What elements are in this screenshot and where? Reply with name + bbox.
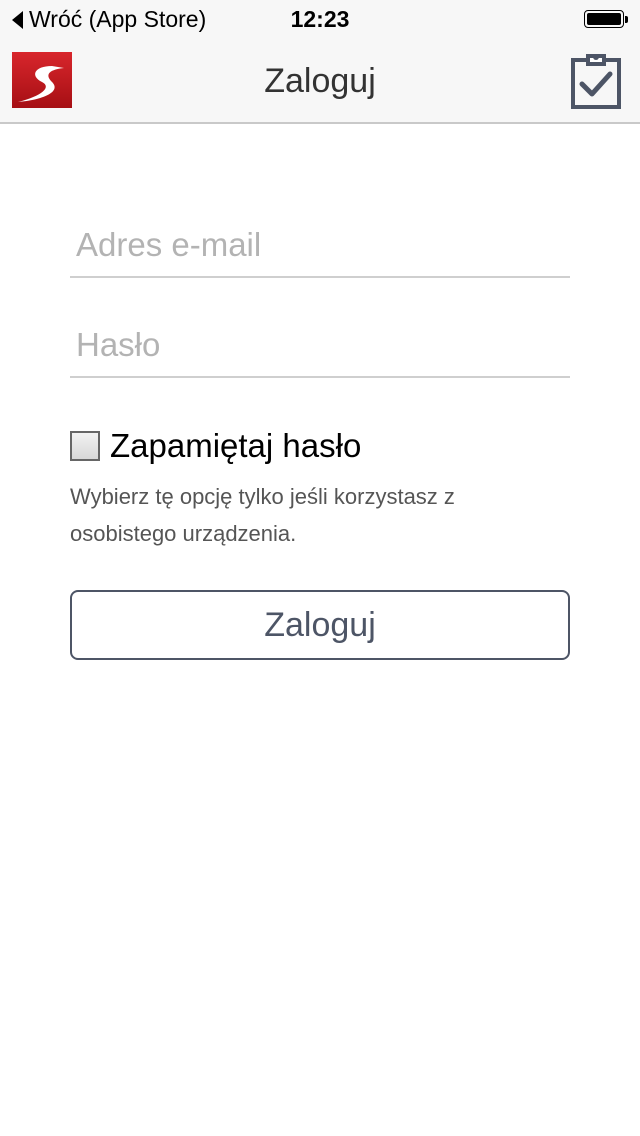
- remember-password-label: Zapamiętaj hasło: [110, 427, 362, 464]
- battery-icon: [584, 10, 628, 30]
- status-bar: Wróć (App Store) 12:23: [0, 0, 640, 40]
- remember-password-row[interactable]: Zapamiętaj hasło: [70, 427, 361, 465]
- password-field-container: [70, 318, 570, 378]
- clipboard-check-icon[interactable]: [570, 52, 622, 110]
- password-field[interactable]: [76, 318, 564, 372]
- remember-password-checkbox[interactable]: [70, 431, 100, 461]
- page-title: Zaloguj: [264, 62, 376, 100]
- login-button[interactable]: Zaloguj: [70, 590, 570, 660]
- email-field[interactable]: [76, 218, 564, 272]
- email-field-container: [70, 218, 570, 278]
- nav-bar: Zaloguj: [0, 40, 640, 124]
- remember-hint-text: Wybierz tę opcję tylko jeśli korzystasz …: [70, 484, 455, 546]
- status-time: 12:23: [290, 6, 350, 32]
